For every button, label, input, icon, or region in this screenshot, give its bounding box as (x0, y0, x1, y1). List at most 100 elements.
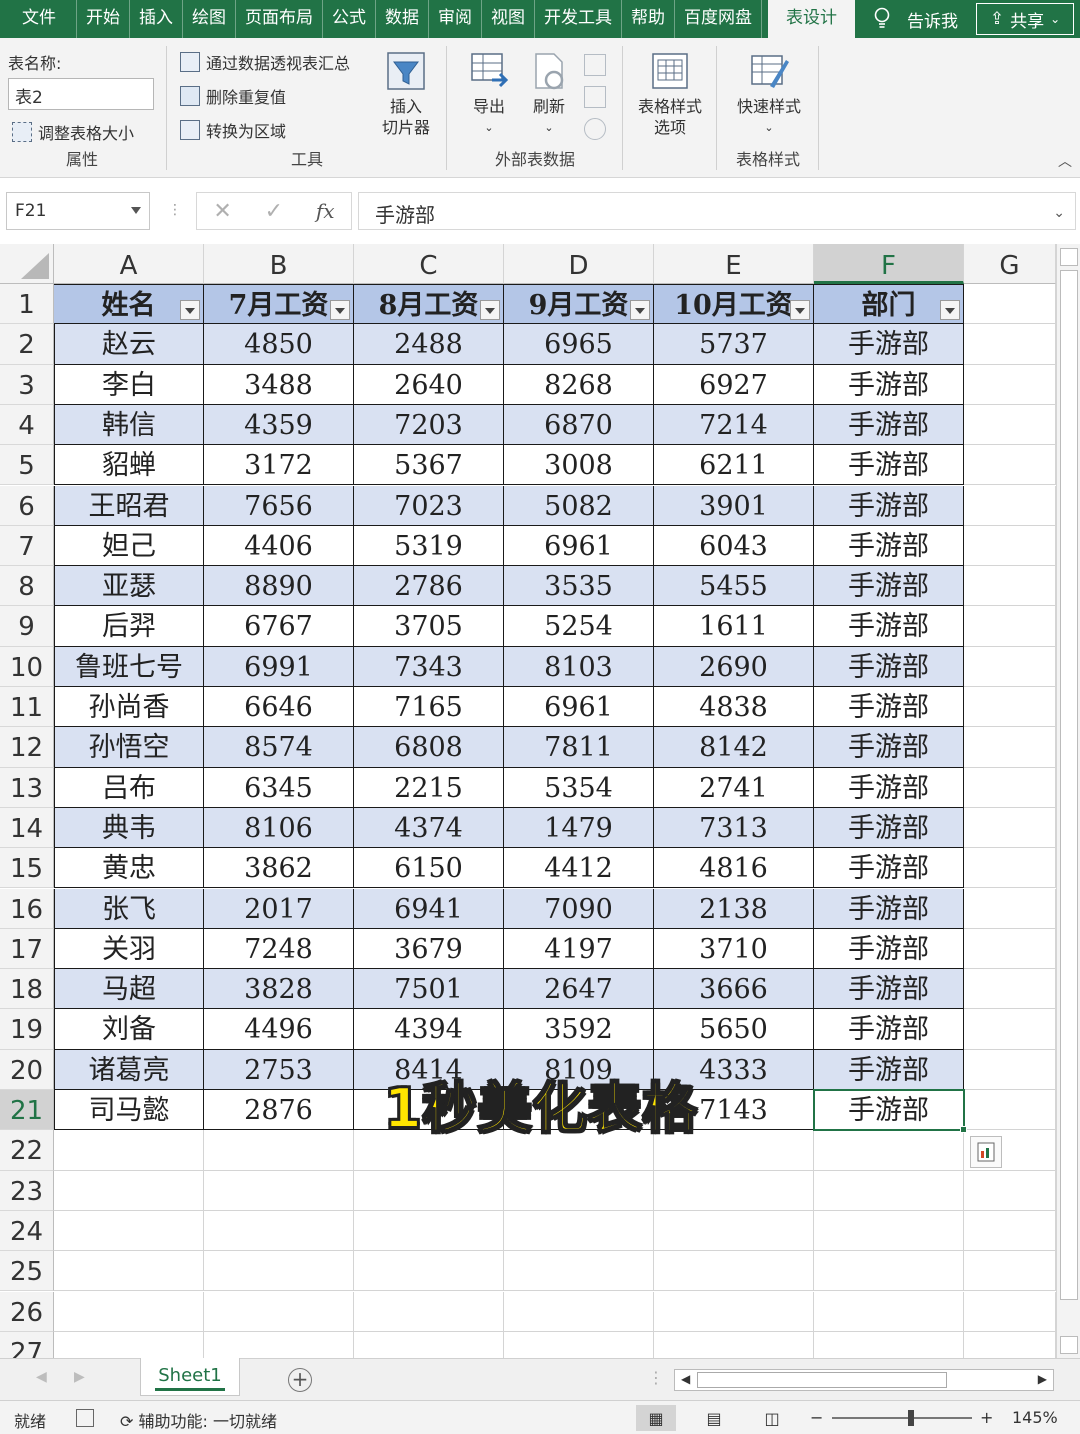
table-cell[interactable]: 7248 (204, 928, 354, 970)
column-header-f[interactable]: F (814, 244, 964, 284)
row-header-2[interactable]: 2 (0, 324, 54, 365)
table-cell[interactable]: 黄忠 (54, 848, 204, 889)
table-cell[interactable]: 3666 (654, 969, 814, 1010)
table-cell[interactable]: 手游部 (814, 445, 964, 486)
quick-analysis-button[interactable] (970, 1136, 1002, 1169)
cell[interactable] (964, 284, 1056, 325)
table-cell[interactable]: 韩信 (54, 404, 204, 446)
table-cell[interactable]: 6150 (354, 848, 504, 889)
table-cell[interactable]: 手游部 (814, 767, 964, 808)
table-cell[interactable]: 8890 (204, 566, 354, 607)
tab-4[interactable]: 页面布局 (236, 0, 323, 38)
table-cell[interactable]: 手游部 (814, 888, 964, 929)
export-button[interactable]: 导出 ⌄ (464, 50, 514, 138)
cell[interactable] (54, 1291, 204, 1332)
sheet-tab-sheet1[interactable]: Sheet1 (140, 1358, 240, 1396)
table-cell[interactable]: 4406 (204, 525, 354, 567)
table-cell[interactable]: 4197 (504, 928, 654, 970)
row-header-22[interactable]: 22 (0, 1130, 54, 1171)
table-cell[interactable]: 4374 (354, 807, 504, 849)
filter-dropdown-icon[interactable] (480, 300, 500, 321)
tab-9[interactable]: 开发工具 (535, 0, 622, 38)
cell[interactable] (814, 1251, 964, 1292)
cell[interactable] (54, 1331, 204, 1358)
cell[interactable] (204, 1331, 354, 1358)
table-cell[interactable]: 3705 (354, 606, 504, 647)
properties-icon[interactable] (584, 54, 606, 76)
tab-10[interactable]: 帮助 (622, 0, 675, 38)
cell[interactable] (964, 1331, 1056, 1358)
table-cell[interactable]: 2741 (654, 767, 814, 808)
row-header-26[interactable]: 26 (0, 1291, 54, 1332)
table-cell[interactable]: 赵云 (54, 324, 204, 365)
table-cell[interactable]: 刘备 (54, 1009, 204, 1050)
column-header-a[interactable]: A (54, 244, 204, 284)
row-header-18[interactable]: 18 (0, 969, 54, 1010)
table-cell[interactable]: 诸葛亮 (54, 1049, 204, 1090)
cell[interactable] (964, 525, 1056, 567)
cell[interactable] (964, 1210, 1056, 1252)
table-cell[interactable]: 4359 (204, 404, 354, 446)
column-header-d[interactable]: D (504, 244, 654, 284)
table-cell[interactable]: 5650 (654, 1009, 814, 1050)
table-cell[interactable]: 3535 (504, 566, 654, 607)
row-header-3[interactable]: 3 (0, 364, 54, 405)
enter-icon[interactable]: ✓ (265, 199, 283, 224)
row-header-5[interactable]: 5 (0, 445, 54, 486)
table-cell[interactable]: 7501 (354, 969, 504, 1010)
quick-styles-button[interactable]: 快速样式 ⌄ (724, 50, 814, 138)
table-cell[interactable]: 7214 (654, 404, 814, 446)
table-cell[interactable]: 手游部 (814, 807, 964, 849)
cell[interactable] (964, 928, 1056, 970)
spreadsheet-grid[interactable]: A B C D E F G 1 2 3 4 5 6 7 8 9 10 11 12 13 14 15 16 17 18 19 20 21… (0, 244, 1056, 1358)
cell[interactable] (654, 1210, 814, 1252)
refresh-button[interactable]: 刷新 ⌄ (524, 50, 574, 138)
table-cell[interactable]: 手游部 (814, 646, 964, 687)
table-cell[interactable]: 李白 (54, 364, 204, 405)
cell[interactable] (504, 1251, 654, 1292)
table-cell[interactable]: 5367 (354, 445, 504, 486)
table-cell[interactable]: 1479 (504, 807, 654, 849)
table-cell[interactable]: 6961 (504, 525, 654, 567)
name-box[interactable]: F21 (6, 192, 150, 230)
table-cell[interactable]: 5737 (654, 324, 814, 365)
table-cell[interactable]: 关羽 (54, 928, 204, 970)
row-header-10[interactable]: 10 (0, 646, 54, 687)
table-cell[interactable]: 6646 (204, 687, 354, 728)
table-header-cell[interactable]: 8月工资 (354, 284, 504, 325)
table-cell[interactable]: 3901 (654, 485, 814, 526)
macro-record-icon[interactable] (76, 1409, 94, 1427)
vertical-scroll-thumb[interactable] (1060, 270, 1078, 1300)
cell[interactable] (814, 1291, 964, 1332)
table-cell[interactable]: 6961 (504, 687, 654, 728)
table-cell[interactable]: 吕布 (54, 767, 204, 808)
next-sheet-icon[interactable]: ▶ (74, 1369, 85, 1385)
row-header-12[interactable]: 12 (0, 727, 54, 768)
table-cell[interactable]: 7023 (354, 485, 504, 526)
cell[interactable] (964, 969, 1056, 1010)
table-cell[interactable]: 2215 (354, 767, 504, 808)
cell[interactable] (814, 1210, 964, 1252)
table-cell[interactable]: 6211 (654, 445, 814, 486)
cell[interactable] (354, 1291, 504, 1332)
column-header-b[interactable]: B (204, 244, 354, 284)
table-cell[interactable]: 3828 (204, 969, 354, 1010)
table-cell[interactable]: 6941 (354, 888, 504, 929)
table-cell[interactable]: 张飞 (54, 888, 204, 929)
table-cell[interactable]: 7090 (504, 888, 654, 929)
table-cell[interactable]: 6808 (354, 727, 504, 768)
cell[interactable] (54, 1251, 204, 1292)
table-header-cell[interactable]: 7月工资 (204, 284, 354, 325)
table-cell[interactable]: 4838 (654, 687, 814, 728)
cell[interactable] (964, 1049, 1056, 1090)
row-header-11[interactable]: 11 (0, 687, 54, 728)
table-cell[interactable]: 手游部 (814, 1049, 964, 1090)
table-cell[interactable]: 貂蝉 (54, 445, 204, 486)
filter-dropdown-icon[interactable] (330, 300, 350, 321)
fill-handle[interactable] (960, 1126, 967, 1134)
cell[interactable] (964, 404, 1056, 446)
cell[interactable] (964, 1090, 1056, 1131)
table-cell[interactable]: 5082 (504, 485, 654, 526)
tab-1[interactable]: 开始 (77, 0, 130, 38)
row-header-13[interactable]: 13 (0, 767, 54, 808)
